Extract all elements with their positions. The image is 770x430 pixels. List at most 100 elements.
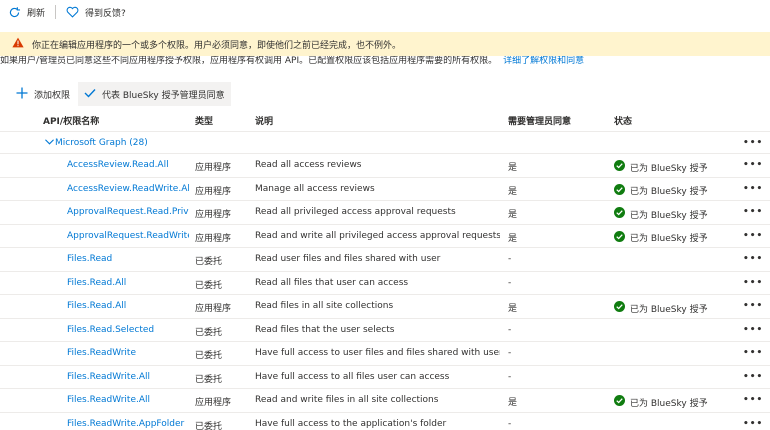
grant-consent-label: 代表 BlueSky 授予管理员同意 [102,90,225,101]
admin-consent-required: - [508,371,512,382]
status-badge: 已为 BlueSky 授予 [614,183,708,198]
more-options-button[interactable]: ••• [743,325,763,335]
check-circle-icon [614,230,625,245]
table-row[interactable]: Files.ReadWrite 已委托 Have full access to us… [0,342,770,366]
check-circle-icon [614,207,625,221]
status-badge: 已为 BlueSky 授予 [614,301,708,315]
heart-icon [66,6,79,18]
admin-consent-required: - [508,324,512,335]
add-permission-label: 添加权限 [34,90,71,101]
table-row[interactable]: Files.ReadWrite.All 已委托 Have full access t… [0,366,770,389]
grant-admin-consent-button[interactable]: 代表 BlueSky 授予管理员同意 [78,82,231,106]
table-row[interactable]: AccessReview.Read.All 应用程序 Read all access… [0,154,770,178]
permission-name-link[interactable]: Files.Read.All [67,301,189,311]
table-row[interactable]: Files.Read.All 应用程序 Read files in all site… [0,295,770,319]
check-circle-icon [614,183,625,198]
more-options-button[interactable]: ••• [743,160,763,170]
permission-description: Read all privileged access approval requ… [255,207,456,217]
more-options-button[interactable]: ••• [743,184,763,194]
more-options-button[interactable]: ••• [743,138,763,148]
more-options-button[interactable]: ••• [743,207,763,217]
status-text: 已为 BlueSky 授予 [630,304,708,315]
permission-name-link[interactable]: Files.Read [67,254,189,264]
more-options-button[interactable]: ••• [743,254,763,264]
permission-name-link[interactable]: ApprovalRequest.ReadWrite.PrivilegedAcce… [67,231,189,241]
table-row[interactable]: Files.Read.Selected 已委托 Read files that th… [0,319,770,342]
permission-type: 应用程序 [195,210,232,220]
admin-consent-required: 是 [508,186,518,197]
description-text: 如果用户/管理员已同意这些不同应用程序授予权限，应用程序有权调用 API。已配置… [0,56,498,65]
more-options-button[interactable]: ••• [743,395,763,405]
permission-description: Read all files that user can access [255,277,409,288]
status-text: 已为 BlueSky 授予 [630,163,708,174]
table-row[interactable]: Files.Read 已委托 Read user files and files s… [0,248,770,272]
status-text: 已为 BlueSky 授予 [630,187,708,197]
feedback-label: 得到反馈? [85,8,126,19]
group-row-microsoft-graph[interactable]: Microsoft Graph (28) ••• [0,132,770,154]
permission-description: Read all access reviews [255,160,362,170]
permission-type: 应用程序 [195,186,232,197]
column-header-status[interactable]: 状态 [614,114,632,127]
more-options-button[interactable]: ••• [743,278,763,288]
status-text: 已为 BlueSky 授予 [630,210,708,221]
table-row[interactable]: Files.ReadWrite.All 应用程序 Read and write fi… [0,389,770,413]
more-options-button[interactable]: ••• [743,301,763,311]
permission-type: 已委托 [195,327,223,338]
plus-icon [16,87,28,102]
status-text: 已为 BlueSky 授予 [630,234,708,244]
check-circle-icon [614,301,625,315]
more-options-button[interactable]: ••• [743,372,763,382]
feedback-button[interactable]: 得到反馈? [66,0,126,24]
permissions-table: API/权限名称 类型 说明 需要管理员同意 状态 Microsoft Grap… [0,108,770,430]
status-badge: 已为 BlueSky 授予 [614,207,708,221]
add-permission-button[interactable]: 添加权限 [0,82,78,106]
permission-description: Have full access to the application's fo… [255,418,447,429]
permission-name-link[interactable]: ApprovalRequest.Read.PrivilegedAccess [67,207,189,217]
admin-consent-required: - [508,254,512,264]
permission-type: 已委托 [195,257,223,267]
table-row[interactable]: Files.ReadWrite.AppFolder 已委托 Have full ac… [0,413,770,430]
permission-type: 已委托 [195,374,223,385]
warning-banner: 你正在编辑应用程序的一个或多个权限。用户必须同意，即使他们之前已经完成，也不例外… [0,32,770,56]
permission-name-link[interactable]: Files.ReadWrite.AppFolder [67,419,189,429]
admin-consent-required: - [508,418,512,429]
permission-name-link[interactable]: Files.Read.Selected [67,325,189,335]
permission-name-link[interactable]: AccessReview.Read.All [67,160,189,170]
table-row[interactable]: ApprovalRequest.Read.PrivilegedAccess 应用程… [0,201,770,225]
table-row[interactable]: Files.Read.All 已委托 Read all files that use… [0,272,770,295]
column-header-name[interactable]: API/权限名称 [43,114,99,127]
admin-consent-required: 是 [508,304,518,314]
table-row[interactable]: AccessReview.ReadWrite.All 应用程序 Manage all… [0,178,770,201]
permission-description: Read files in all site collections [255,301,394,311]
column-header-admin-consent[interactable]: 需要管理员同意 [508,114,571,127]
permission-type: 应用程序 [195,398,232,408]
column-header-description[interactable]: 说明 [255,114,273,127]
warning-icon [12,37,24,51]
permission-name-link[interactable]: Files.ReadWrite [67,348,189,358]
permission-description: Read user files and files shared with us… [255,254,441,264]
permission-name-link[interactable]: Files.ReadWrite.All [67,372,189,382]
permission-type: 已委托 [195,351,223,361]
permission-type: 已委托 [195,421,223,430]
learn-more-link[interactable]: 详细了解权限和同意 [503,56,584,65]
group-label[interactable]: Microsoft Graph (28) [55,138,148,148]
chevron-down-icon[interactable] [45,138,54,148]
permission-name-link[interactable]: AccessReview.ReadWrite.All [67,184,189,194]
status-badge: 已为 BlueSky 授予 [614,160,708,174]
more-options-button[interactable]: ••• [743,231,763,241]
column-header-type[interactable]: 类型 [195,114,213,127]
permission-name-link[interactable]: Files.Read.All [67,278,189,288]
permission-type: 应用程序 [195,304,232,314]
permissions-description: 如果用户/管理员已同意这些不同应用程序授予权限，应用程序有权调用 API。已配置… [0,56,770,65]
permission-description: Have full access to all files user can a… [255,371,450,382]
permission-description: Read and write files in all site collect… [255,395,439,405]
refresh-button[interactable]: 刷新 [8,0,45,24]
admin-consent-required: 是 [508,233,518,244]
more-options-button[interactable]: ••• [743,419,763,429]
permission-type: 已委托 [195,280,223,291]
table-header: API/权限名称 类型 说明 需要管理员同意 状态 [0,108,770,132]
table-row[interactable]: ApprovalRequest.ReadWrite.PrivilegedAcce… [0,225,770,248]
more-options-button[interactable]: ••• [743,348,763,358]
permission-name-link[interactable]: Files.ReadWrite.All [67,395,189,405]
permission-description: Read and write all privileged access app… [255,230,500,241]
